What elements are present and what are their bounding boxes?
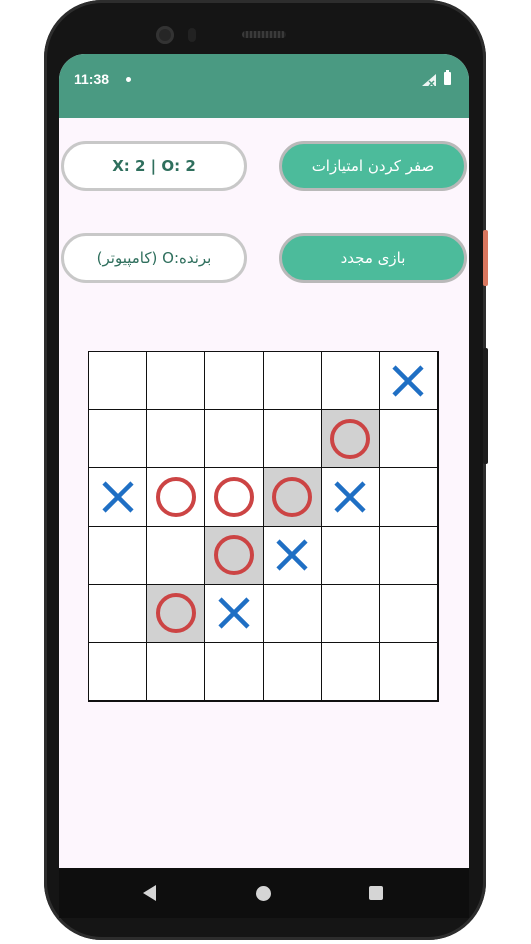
x-mark-icon bbox=[276, 539, 308, 571]
board-cell[interactable] bbox=[146, 583, 206, 643]
app-screen: 11:38 X: 2 | O: 2 صفر کردن امتیازات برند… bbox=[59, 54, 469, 868]
board-cell[interactable] bbox=[146, 467, 206, 527]
board-cell[interactable] bbox=[88, 641, 148, 701]
board-cell[interactable] bbox=[262, 525, 322, 585]
game-board bbox=[88, 351, 439, 702]
board-cell[interactable] bbox=[320, 583, 380, 643]
board-cell[interactable] bbox=[262, 641, 322, 701]
o-mark-icon bbox=[272, 476, 313, 517]
board-cell[interactable] bbox=[378, 583, 438, 643]
board-cell[interactable] bbox=[378, 467, 438, 527]
board-cell[interactable] bbox=[204, 467, 264, 527]
board-cell[interactable] bbox=[146, 525, 206, 585]
board-cell[interactable] bbox=[88, 525, 148, 585]
navigation-bar bbox=[59, 868, 469, 918]
board-cell[interactable] bbox=[146, 351, 206, 411]
o-mark-icon bbox=[213, 476, 254, 517]
front-camera-icon bbox=[156, 26, 174, 44]
board-cell[interactable] bbox=[204, 351, 264, 411]
board-cell[interactable] bbox=[378, 351, 438, 411]
board-cell[interactable] bbox=[88, 351, 148, 411]
power-button bbox=[483, 230, 488, 286]
board-cell[interactable] bbox=[262, 351, 322, 411]
status-bar: 11:38 bbox=[59, 54, 469, 118]
new-game-button[interactable]: بازی مجدد bbox=[279, 233, 467, 283]
x-mark-icon bbox=[101, 481, 134, 513]
board-cell[interactable] bbox=[378, 641, 438, 701]
x-mark-icon bbox=[334, 481, 366, 513]
board-cell[interactable] bbox=[320, 351, 380, 411]
board-cell[interactable] bbox=[320, 409, 380, 469]
board-cell[interactable] bbox=[262, 583, 322, 643]
score-display: X: 2 | O: 2 bbox=[61, 141, 247, 191]
notification-dot-icon bbox=[126, 77, 131, 82]
board-cell[interactable] bbox=[262, 467, 322, 527]
x-mark-icon bbox=[392, 364, 424, 397]
reset-score-button[interactable]: صفر کردن امتیازات bbox=[279, 141, 467, 191]
board-cell[interactable] bbox=[88, 583, 148, 643]
o-mark-icon bbox=[213, 535, 254, 576]
signal-icon bbox=[422, 74, 436, 86]
board-cell[interactable] bbox=[320, 467, 380, 527]
home-icon[interactable] bbox=[256, 886, 271, 901]
volume-button bbox=[483, 348, 488, 464]
back-icon[interactable] bbox=[143, 885, 156, 901]
earpiece-speaker bbox=[242, 31, 286, 38]
recent-apps-icon[interactable] bbox=[369, 886, 383, 900]
winner-text: برنده:O (کامپیوتر) bbox=[96, 249, 212, 267]
o-mark-icon bbox=[155, 476, 196, 517]
new-game-label: بازی مجدد bbox=[340, 249, 406, 267]
board-cell[interactable] bbox=[146, 641, 206, 701]
x-mark-icon bbox=[218, 597, 250, 629]
winner-display: برنده:O (کامپیوتر) bbox=[61, 233, 247, 283]
board-cell[interactable] bbox=[204, 583, 264, 643]
o-mark-icon bbox=[155, 593, 196, 634]
score-text: X: 2 | O: 2 bbox=[112, 157, 196, 175]
reset-score-label: صفر کردن امتیازات bbox=[311, 157, 435, 175]
board-cell[interactable] bbox=[204, 525, 264, 585]
board-cell[interactable] bbox=[378, 525, 438, 585]
board-cell[interactable] bbox=[204, 641, 264, 701]
board-cell[interactable] bbox=[320, 641, 380, 701]
o-mark-icon bbox=[330, 418, 371, 459]
sensor-icon bbox=[188, 28, 196, 42]
board-cell[interactable] bbox=[262, 409, 322, 469]
board-cell[interactable] bbox=[204, 409, 264, 469]
board-cell[interactable] bbox=[146, 409, 206, 469]
board-cell[interactable] bbox=[378, 409, 438, 469]
battery-icon bbox=[444, 70, 451, 85]
board-cell[interactable] bbox=[320, 525, 380, 585]
board-cell[interactable] bbox=[88, 409, 148, 469]
board-cell[interactable] bbox=[88, 467, 148, 527]
status-time: 11:38 bbox=[74, 71, 110, 87]
